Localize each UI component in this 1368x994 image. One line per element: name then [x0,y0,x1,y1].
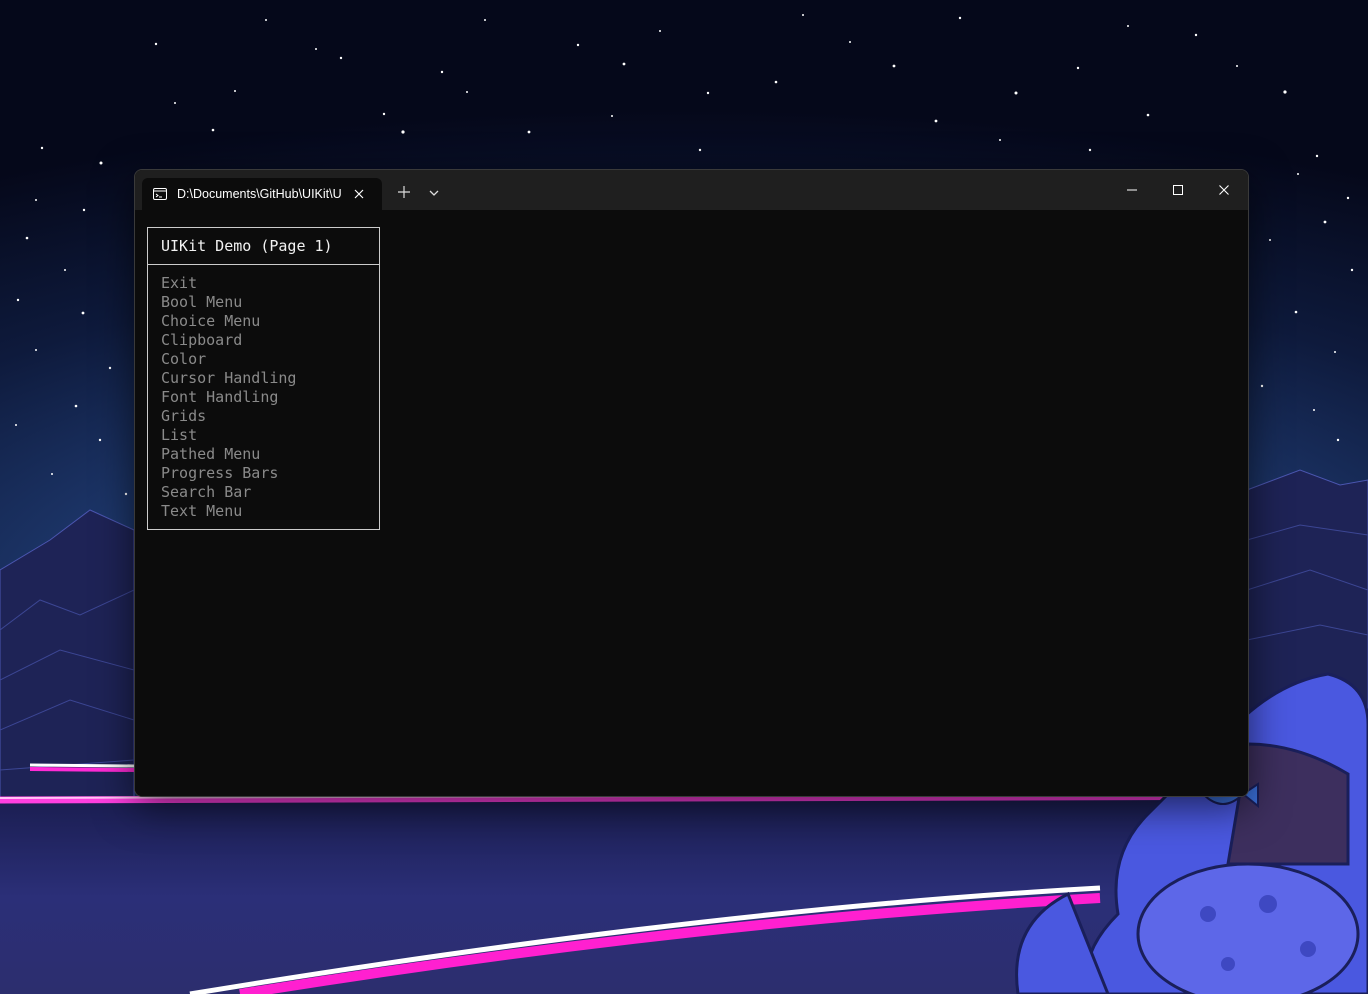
terminal-content[interactable]: UIKit Demo (Page 1) Exit Bool Menu Choic… [135,210,1248,796]
close-window-button[interactable] [1212,180,1236,200]
menu-item-list[interactable]: List [161,426,379,445]
menu-item-bool-menu[interactable]: Bool Menu [161,293,379,312]
menu-panel: UIKit Demo (Page 1) Exit Bool Menu Choic… [147,227,380,530]
menu-item-grids[interactable]: Grids [161,407,379,426]
maximize-button[interactable] [1166,180,1190,200]
chevron-down-icon[interactable] [428,188,440,198]
menu-item-pathed-menu[interactable]: Pathed Menu [161,445,379,464]
menu-item-search-bar[interactable]: Search Bar [161,483,379,502]
terminal-icon [153,188,167,200]
close-icon[interactable] [353,188,365,200]
menu-item-clipboard[interactable]: Clipboard [161,331,379,350]
menu-item-text-menu[interactable]: Text Menu [161,502,379,521]
terminal-window: D:\Documents\GitHub\UIKit\UIKit [134,169,1249,797]
menu-item-exit[interactable]: Exit [161,274,379,293]
minimize-icon [1127,189,1137,191]
menu-list: Exit Bool Menu Choice Menu Clipboard Col… [148,265,379,521]
menu-item-progress-bars[interactable]: Progress Bars [161,464,379,483]
maximize-icon [1173,185,1183,195]
menu-item-choice-menu[interactable]: Choice Menu [161,312,379,331]
menu-item-font-handling[interactable]: Font Handling [161,388,379,407]
menu-title: UIKit Demo (Page 1) [148,228,379,265]
menu-item-cursor-handling[interactable]: Cursor Handling [161,369,379,388]
close-icon [1219,185,1229,195]
title-bar[interactable]: D:\Documents\GitHub\UIKit\UIKit [135,170,1248,210]
menu-item-color[interactable]: Color [161,350,379,369]
plus-icon[interactable] [397,185,411,199]
minimize-button[interactable] [1120,180,1144,200]
terminal-tab[interactable]: D:\Documents\GitHub\UIKit\UIKit [142,178,382,210]
tab-title: D:\Documents\GitHub\UIKit\UIKit [177,187,341,201]
